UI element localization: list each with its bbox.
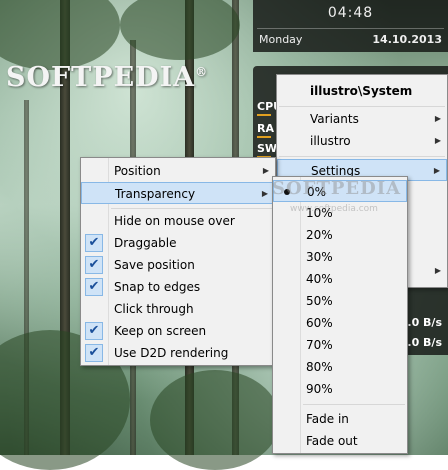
menu-separator [279,106,445,107]
menu-item-snap-to-edges[interactable]: ✔ Snap to edges [81,276,275,298]
menu-separator [111,208,273,209]
menu-item-fade-in[interactable]: Fade in [273,408,407,430]
chevron-right-icon: ▶ [262,166,269,175]
menu-item-use-d2d-rendering[interactable]: ✔ Use D2D rendering [81,342,275,364]
menu-item-save-position[interactable]: ✔ Save position [81,254,275,276]
menu-item-draggable[interactable]: ✔ Draggable [81,232,275,254]
menu-item-opacity-40[interactable]: 40% [273,268,407,290]
menu-item-opacity-90[interactable]: 90% [273,378,407,400]
menu-separator [303,404,405,405]
menu-item-transparency[interactable]: Transparency ▶ [81,182,275,204]
softpedia-logo: SOFTPEDIA® [6,62,209,93]
menu-item-click-through[interactable]: Click through [81,298,275,320]
clock-divider [257,28,444,29]
menu-title[interactable]: illustro\System [277,79,447,103]
menu-item-opacity-50[interactable]: 50% [273,290,407,312]
clock-widget[interactable]: 04:48 Monday 14.10.2013 [253,0,448,52]
menu-item-position[interactable]: Position ▶ [81,160,275,182]
chevron-right-icon: ▶ [434,114,441,123]
menu-item-hide-on-mouse-over[interactable]: Hide on mouse over [81,210,275,232]
chevron-right-icon: ▶ [434,266,441,275]
menu-item-opacity-30[interactable]: 30% [273,246,407,268]
swap-label: SW [257,142,278,155]
chevron-right-icon: ▶ [434,136,441,145]
menu-separator [279,156,445,157]
menu-item-variants[interactable]: Variants ▶ [277,108,447,130]
menu-item-keep-on-screen[interactable]: ✔ Keep on screen [81,320,275,342]
menu-item-fade-out[interactable]: Fade out [273,430,407,452]
chevron-right-icon: ▶ [433,166,440,175]
menu-item-illustro[interactable]: illustro ▶ [277,130,447,152]
transparency-submenu: 0% 10% 20% 30% 40% 50% 60% 70% 80% 90% F… [272,176,408,454]
menu-item-opacity-70[interactable]: 70% [273,334,407,356]
menu-item-opacity-60[interactable]: 60% [273,312,407,334]
softpedia-watermark-url: www.softpedia.com [290,204,378,214]
menu-item-opacity-80[interactable]: 80% [273,356,407,378]
clock-time: 04:48 [327,5,374,21]
ram-bar [257,136,271,138]
checkmark-icon: ✔ [85,344,103,362]
checkmark-icon: ✔ [85,256,103,274]
checkmark-icon: ✔ [85,278,103,296]
menu-item-opacity-20[interactable]: 20% [273,224,407,246]
checkmark-icon: ✔ [85,234,103,252]
cpu-bar [257,114,271,116]
clock-day: Monday [259,33,303,46]
softpedia-watermark: SOFTPEDIA [272,178,402,199]
settings-submenu: Position ▶ Transparency ▶ Hide on mouse … [80,157,276,366]
chevron-right-icon: ▶ [261,189,268,198]
ram-label: RA [257,122,274,135]
clock-date: 14.10.2013 [372,33,442,46]
checkmark-icon: ✔ [85,322,103,340]
